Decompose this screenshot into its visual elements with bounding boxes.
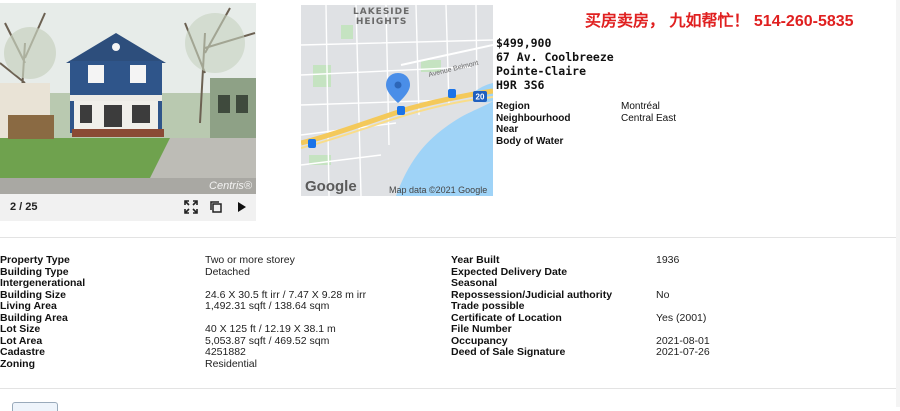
listing-summary: $499,900 67 Av. Coolbreeze Pointe-Claire… <box>496 36 614 92</box>
detail-value: Two or more storey <box>205 254 295 266</box>
listing-street: 67 Av. Coolbreeze <box>496 50 614 64</box>
detail-label: Cadastre <box>0 346 45 358</box>
detail-value: 1936 <box>656 254 680 266</box>
listing-price: $499,900 <box>496 36 552 50</box>
detail-value <box>656 301 710 313</box>
detail-label: Intergenerational <box>0 277 86 289</box>
highway-shield-text: 20 <box>476 93 485 102</box>
body-of-water-label: Body of Water <box>496 135 564 147</box>
detail-value: 40 X 125 ft / 12.19 X 38.1 m <box>205 323 336 335</box>
detail-value <box>656 324 710 336</box>
map-credit[interactable]: Map data ©2021 Google <box>389 185 487 195</box>
photo-gallery[interactable]: Centris® 2 / 25 <box>0 3 256 221</box>
listing-city: Pointe-Claire <box>496 64 587 78</box>
detail-label: Lot Size <box>0 323 41 335</box>
details-right-values: 1936 No Yes (2001) 2021-08-01 2021-07-26 <box>656 254 710 359</box>
detail-value: No <box>656 288 670 301</box>
fullscreen-icon[interactable] <box>184 200 200 216</box>
photo-controls-bar: 2 / 25 <box>0 196 256 221</box>
detail-label: Property Type <box>0 254 70 266</box>
photo-counter: 2 / 25 <box>10 201 38 213</box>
section-divider <box>0 388 900 389</box>
region-value: Montréal <box>621 101 660 112</box>
google-logo: Google <box>305 178 357 195</box>
detail-value: 2021-07-26 <box>656 346 710 358</box>
listing-postal-code: H9R 3S6 <box>496 78 545 92</box>
detail-value <box>205 278 366 290</box>
centris-watermark: Centris® <box>209 180 252 192</box>
detail-value: Yes (2001) <box>656 311 707 324</box>
scrollbar[interactable] <box>896 0 900 407</box>
location-map[interactable]: 20 Avenue Belmont LAKESIDE HEIGHTS Googl… <box>301 5 493 196</box>
detail-label: Year Built <box>451 254 500 266</box>
region-label: Region <box>496 101 530 112</box>
detail-label: Zoning <box>0 357 35 370</box>
detail-label: Trade possible <box>451 300 525 312</box>
detail-label: Deed of Sale Signature <box>451 346 566 358</box>
detail-value: 1,492.31 sqft / 138.64 sqm <box>205 300 330 312</box>
next-icon[interactable] <box>236 200 252 216</box>
detail-label: Living Area <box>0 300 57 312</box>
detail-value <box>656 278 710 290</box>
detail-value: Detached <box>205 265 250 278</box>
house-photo[interactable]: Centris® <box>0 3 256 194</box>
location-values: Montréal Central East <box>621 101 676 124</box>
copy-icon[interactable] <box>209 200 225 216</box>
location-labels: Region Neighbourhood Near Body of Water <box>496 101 570 147</box>
map-area-label: LAKESIDE HEIGHTS <box>353 7 411 27</box>
neighbourhood-label: Neighbourhood <box>496 112 571 124</box>
detail-label: Seasonal <box>451 277 498 289</box>
near-label: Near <box>496 124 519 135</box>
promo-banner: 买房卖房， 九如帮忙！ 514-260-5835 <box>585 13 854 30</box>
detail-value: Residential <box>205 357 257 370</box>
details-left-labels: Property Type Building Type Intergenerat… <box>0 254 86 370</box>
neighbourhood-value: Central East <box>621 112 677 124</box>
detail-value <box>656 267 710 279</box>
section-divider <box>0 237 900 238</box>
detail-label: File Number <box>451 323 512 335</box>
details-right-labels: Year Built Expected Delivery Date Season… <box>451 254 612 359</box>
detail-value: 4251882 <box>205 346 246 358</box>
details-left-values: Two or more storey Detached 24.6 X 30.5 … <box>205 254 366 370</box>
